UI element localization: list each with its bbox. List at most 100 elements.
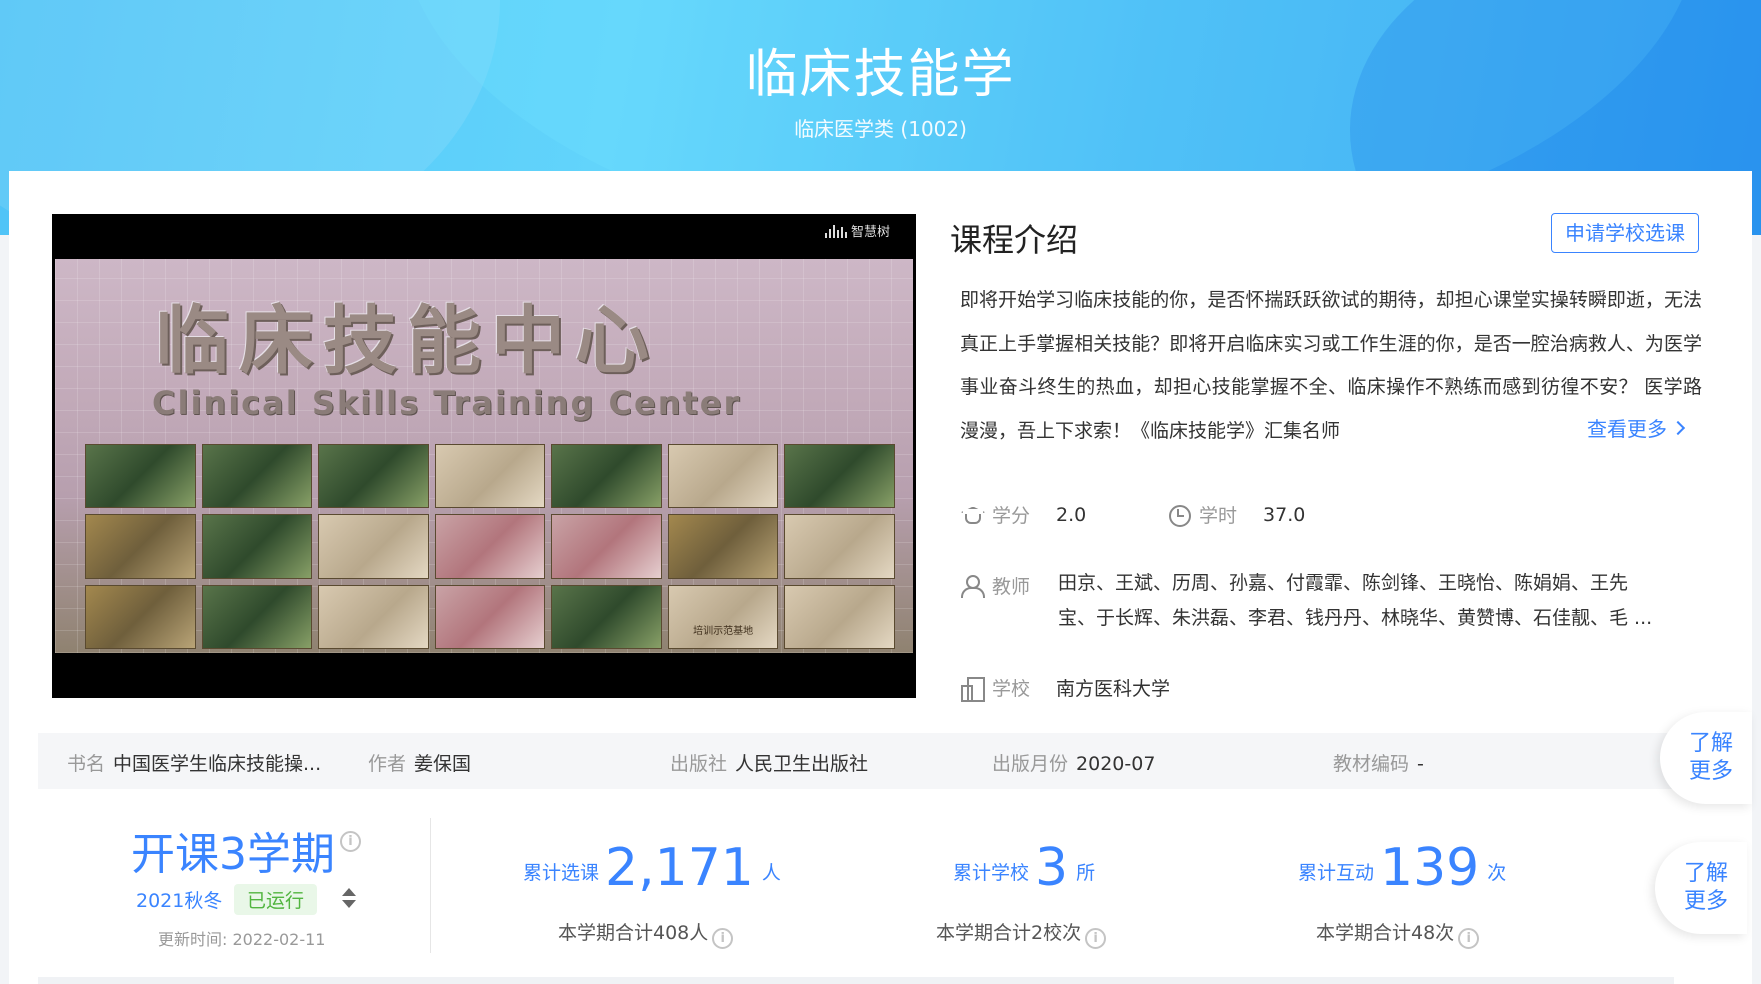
plaque-label: 培训示范基地 xyxy=(693,625,754,637)
info-icon[interactable]: i xyxy=(340,831,361,852)
info-icon[interactable]: i xyxy=(1085,928,1107,949)
plaque xyxy=(318,584,429,649)
mortarboard-icon xyxy=(960,503,984,527)
stat-sub-text: 本学期合计408人 xyxy=(558,922,709,944)
stat-value: 3 xyxy=(1035,838,1069,898)
book-author: 作者 姜保国 xyxy=(368,749,471,776)
hours-info: 学时 37.0 xyxy=(1167,501,1305,528)
video-frame: 临床技能中心 Clinical Skills Training Center 培… xyxy=(55,259,913,653)
stat-label: 累计选课 xyxy=(523,862,600,884)
plaque xyxy=(318,444,429,509)
credit-info: 学分 2.0 xyxy=(960,501,1086,528)
course-category: 临床医学类 (1002) xyxy=(794,117,967,141)
audio-bars-icon xyxy=(824,224,847,238)
book-name: 书名 中国医学生临床技能操... xyxy=(67,749,321,776)
learn-more-line: 更多 xyxy=(1683,889,1728,914)
stat-sub-text: 本学期合计2校次 xyxy=(936,922,1082,944)
video-brand-name: 智慧树 xyxy=(850,225,890,240)
stat-enrollments: 累计选课 2,171 人 xyxy=(523,838,781,898)
book-date-label: 出版月份 xyxy=(992,753,1069,775)
book-date-value: 2020-07 xyxy=(1076,753,1156,775)
info-icon[interactable]: i xyxy=(712,928,734,949)
book-code-label: 教材编码 xyxy=(1333,753,1410,775)
clock-icon xyxy=(1167,503,1191,527)
plaque xyxy=(85,514,196,579)
book-publisher: 出版社 人民卫生出版社 xyxy=(670,749,868,776)
wall-plaques: 培训示范基地 xyxy=(85,444,895,649)
term-count: 开课3学期 xyxy=(131,829,335,880)
teacher-label: 教师 xyxy=(992,576,1031,598)
learn-more-line: 了解 xyxy=(1688,731,1733,756)
plaque xyxy=(551,514,662,579)
hours-value: 37.0 xyxy=(1263,503,1306,526)
book-publisher-label: 出版社 xyxy=(670,753,728,775)
stat-label: 累计互动 xyxy=(1298,862,1375,884)
intro-text-fade xyxy=(1540,409,1580,449)
term-season: 2021秋冬 xyxy=(136,890,223,912)
divider xyxy=(430,818,431,953)
plaque xyxy=(784,514,895,579)
credit-value: 2.0 xyxy=(1056,503,1087,526)
course-stats-section: 开课3学期 i 2021秋冬 已运行 更新时间: 2022-02-11 累计选课… xyxy=(38,800,1674,984)
learn-more-line: 更多 xyxy=(1688,759,1733,784)
plaque xyxy=(201,584,313,649)
stat-value: 139 xyxy=(1380,838,1480,898)
chevron-right-icon xyxy=(1670,420,1686,436)
book-publisher-value: 人民卫生出版社 xyxy=(735,753,869,775)
plaque xyxy=(318,514,429,579)
credit-label: 学分 xyxy=(992,505,1031,527)
plaque xyxy=(85,584,196,649)
book-author-label: 作者 xyxy=(368,753,407,775)
book-name-value[interactable]: 中国医学生临床技能操... xyxy=(113,753,321,775)
see-more-label: 查看更多 xyxy=(1587,417,1667,441)
plaque xyxy=(551,444,662,509)
info-icon[interactable]: i xyxy=(1458,928,1480,949)
building-icon xyxy=(960,676,985,702)
school-label: 学校 xyxy=(992,678,1031,700)
school-value: 南方医科大学 xyxy=(1056,678,1171,700)
apply-school-course-button[interactable]: 申请学校选课 xyxy=(1551,213,1699,253)
plaque xyxy=(85,444,196,509)
teacher-list-line: 宝、于长辉、朱洪磊、李君、钱丹丹、林晓华、黄赞博、石佳靓、毛 ... xyxy=(1058,607,1653,629)
school-info: 学校 南方医科大学 xyxy=(960,674,1171,702)
status-badge: 已运行 xyxy=(234,884,318,915)
teacher-info: 教师 xyxy=(960,572,1056,599)
learn-more-button[interactable]: 了解 更多 xyxy=(1660,712,1752,804)
teacher-list-line: 田京、王斌、历周、孙嘉、付霞霏、陈剑锋、王晓怡、陈娟娟、王先 xyxy=(1058,572,1629,594)
plaque xyxy=(784,584,895,649)
video-brand-logo: 智慧树 xyxy=(824,221,890,240)
book-author-value: 姜保国 xyxy=(414,753,472,775)
term-updated-time: 更新时间: 2022-02-11 xyxy=(158,930,326,949)
plaque xyxy=(434,444,546,509)
plaque xyxy=(551,584,662,649)
sort-icon[interactable] xyxy=(342,888,356,910)
plaque xyxy=(201,514,313,579)
stat-unit: 人 xyxy=(761,862,781,884)
hours-label: 学时 xyxy=(1199,505,1238,527)
plaque xyxy=(667,514,779,579)
plaque: 培训示范基地 xyxy=(667,584,779,649)
stat-unit: 所 xyxy=(1076,862,1096,884)
stat-schools: 累计学校 3 所 xyxy=(953,838,1095,898)
user-icon xyxy=(960,574,985,598)
course-video-player[interactable]: 智慧树 临床技能中心 Clinical Skills Training Cent… xyxy=(52,214,916,698)
section-divider xyxy=(38,977,1674,984)
book-code: 教材编码 - xyxy=(1333,749,1424,776)
book-publish-date: 出版月份 2020-07 xyxy=(992,749,1155,776)
stat-sub-text: 本学期合计48次 xyxy=(1316,922,1455,944)
teacher-list: 田京、王斌、历周、孙嘉、付霞霏、陈剑锋、王晓怡、陈娟娟、王先 宝、于长辉、朱洪磊… xyxy=(1058,566,1698,636)
see-more-link[interactable]: 查看更多 xyxy=(1585,413,1686,442)
stat-label: 累计学校 xyxy=(953,862,1030,884)
plaque xyxy=(434,514,546,579)
learn-more-line: 了解 xyxy=(1683,861,1728,886)
stat-schools-sub: 本学期合计2校次 i xyxy=(936,918,1107,949)
plaque xyxy=(201,444,313,509)
stat-interactions-sub: 本学期合计48次 i xyxy=(1316,918,1480,949)
stat-enrollments-sub: 本学期合计408人 i xyxy=(558,918,734,949)
plaque xyxy=(667,444,779,509)
stat-unit: 次 xyxy=(1487,862,1507,884)
wall-sign-chinese: 临床技能中心 xyxy=(155,298,659,384)
wall-sign-english: Clinical Skills Training Center xyxy=(152,384,742,422)
stat-value: 2,171 xyxy=(605,838,754,898)
plaque xyxy=(434,584,546,649)
